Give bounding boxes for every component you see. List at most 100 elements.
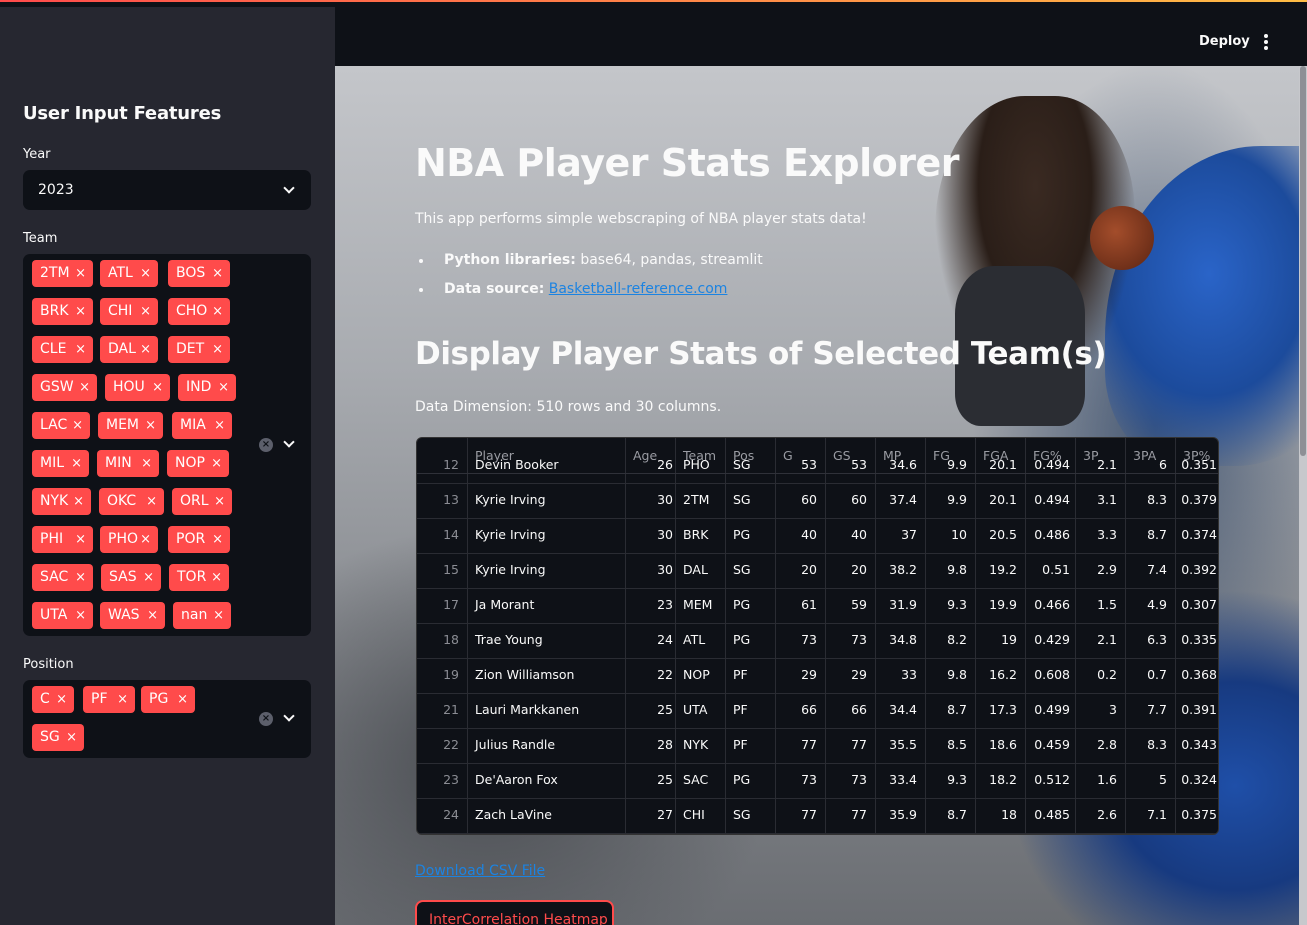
stats-table[interactable]: Player Age Team Pos G GS MP FG FGA FG% 3P 3PA 3P% 12…	[416, 437, 1219, 835]
table-row[interactable]: 19 Zion Williamson 22 NOP PF 29 29 33 9.8 16.2 0.6…	[417, 659, 1218, 694]
tag-pho[interactable]: PHO ×	[100, 526, 158, 553]
page-scrollbar[interactable]	[1299, 66, 1307, 925]
remove-tag-icon[interactable]: ×	[71, 450, 82, 477]
position-multiselect[interactable]: C × PF × PG × SG × ×	[23, 680, 311, 758]
remove-tag-icon[interactable]: ×	[146, 488, 157, 515]
table-row[interactable]: 22 Julius Randle 28 NYK PF 77 77 35.5 8.5 18.6 0.4…	[417, 729, 1218, 764]
tag-phi[interactable]: PHI ×	[32, 526, 93, 553]
tag-brk[interactable]: BRK ×	[32, 298, 93, 325]
tag-por[interactable]: POR ×	[168, 526, 230, 553]
table-cell: 8.3	[1147, 492, 1167, 507]
remove-tag-icon[interactable]: ×	[212, 298, 223, 325]
year-select[interactable]: 2023	[23, 170, 311, 210]
heatmap-button[interactable]: InterCorrelation Heatmap	[415, 900, 614, 925]
tag-min[interactable]: MIN ×	[97, 450, 159, 477]
remove-tag-icon[interactable]: ×	[75, 260, 86, 287]
remove-tag-icon[interactable]: ×	[56, 686, 67, 713]
remove-tag-icon[interactable]: ×	[73, 488, 84, 515]
remove-tag-icon[interactable]: ×	[72, 412, 83, 439]
tag-atl[interactable]: ATL ×	[100, 260, 158, 287]
remove-tag-icon[interactable]: ×	[75, 564, 86, 591]
tag-det[interactable]: DET ×	[168, 336, 230, 363]
remove-tag-icon[interactable]: ×	[140, 260, 151, 287]
tag-nyk[interactable]: NYK ×	[32, 488, 91, 515]
tag-gsw[interactable]: GSW ×	[32, 374, 97, 401]
tag-pg[interactable]: PG ×	[141, 686, 195, 713]
deploy-button[interactable]: Deploy	[1199, 34, 1250, 49]
tag-cle[interactable]: CLE ×	[32, 336, 93, 363]
tag-okc[interactable]: OKC ×	[99, 488, 164, 515]
download-csv-link[interactable]: Download CSV File	[415, 863, 545, 879]
remove-tag-icon[interactable]: ×	[218, 374, 229, 401]
tag-mia[interactable]: MIA ×	[172, 412, 232, 439]
tag-lac[interactable]: LAC ×	[32, 412, 90, 439]
remove-tag-icon[interactable]: ×	[211, 450, 222, 477]
remove-tag-icon[interactable]: ×	[141, 450, 152, 477]
remove-tag-icon[interactable]: ×	[147, 602, 158, 629]
remove-tag-icon[interactable]: ×	[145, 412, 156, 439]
tag-tor[interactable]: TOR ×	[169, 564, 229, 591]
remove-tag-icon[interactable]: ×	[143, 564, 154, 591]
chevron-down-icon[interactable]	[283, 436, 295, 448]
clear-icon[interactable]: ×	[259, 712, 273, 726]
tag-sas[interactable]: SAS ×	[101, 564, 161, 591]
tag-chi[interactable]: CHI ×	[100, 298, 158, 325]
table-cell: 0.351	[1181, 457, 1217, 472]
tag-2tm[interactable]: 2TM ×	[32, 260, 93, 287]
table-cell: 30	[657, 562, 673, 577]
remove-tag-icon[interactable]: ×	[79, 374, 90, 401]
clear-icon[interactable]: ×	[259, 438, 273, 452]
table-row[interactable]: 23 De'Aaron Fox 25 SAC PG 73 73 33.4 9.3 18.2 0.51…	[417, 764, 1218, 799]
remove-tag-icon[interactable]: ×	[212, 526, 223, 553]
remove-tag-icon[interactable]: ×	[177, 686, 188, 713]
remove-tag-icon[interactable]: ×	[75, 298, 86, 325]
remove-tag-icon[interactable]: ×	[212, 336, 223, 363]
table-row[interactable]: 14 Kyrie Irving 30 BRK PG 40 40 37 10 20.5 0.486 3.…	[417, 519, 1218, 554]
remove-tag-icon[interactable]: ×	[213, 602, 224, 629]
table-row[interactable]: 15 Kyrie Irving 30 DAL SG 20 20 38.2 9.8 19.2 0.51…	[417, 554, 1218, 589]
remove-tag-icon[interactable]: ×	[75, 336, 86, 363]
tag-mil[interactable]: MIL ×	[32, 450, 89, 477]
tag-uta[interactable]: UTA ×	[32, 602, 93, 629]
tag-sg[interactable]: SG ×	[32, 724, 84, 751]
remove-tag-icon[interactable]: ×	[140, 526, 151, 553]
remove-tag-icon[interactable]: ×	[214, 412, 225, 439]
tag-sac[interactable]: SAC ×	[32, 564, 93, 591]
scrollbar-thumb[interactable]	[1300, 66, 1306, 456]
table-row[interactable]: 24 Zach LaVine 27 CHI SG 77 77 35.9 8.7 18 0.485 2.…	[417, 799, 1218, 834]
more-menu-icon[interactable]	[1263, 34, 1269, 50]
table-row[interactable]: 18 Trae Young 24 ATL PG 73 73 34.8 8.2 19 0.429 2.1…	[417, 624, 1218, 659]
tag-orl[interactable]: ORL ×	[172, 488, 232, 515]
tag-dal[interactable]: DAL ×	[100, 336, 158, 363]
remove-tag-icon[interactable]: ×	[117, 686, 128, 713]
tag-pf[interactable]: PF ×	[83, 686, 135, 713]
table-cell: 30	[657, 492, 673, 507]
team-multiselect[interactable]: 2TM × ATL × BOS × BRK × CHI × CHO × CLE × DAL × DET × GSW ×…	[23, 254, 311, 636]
table-row[interactable]: 17 Ja Morant 23 MEM PG 61 59 31.9 9.3 19.9 0.466 1.…	[417, 589, 1218, 624]
remove-tag-icon[interactable]: ×	[66, 724, 77, 751]
remove-tag-icon[interactable]: ×	[75, 602, 86, 629]
table-cell: 66	[851, 702, 867, 717]
remove-tag-icon[interactable]: ×	[140, 298, 151, 325]
remove-tag-icon[interactable]: ×	[140, 336, 151, 363]
tag-hou[interactable]: HOU ×	[105, 374, 170, 401]
table-row[interactable]: 12 Devin Booker 26 PHO SG 53 53 34.6 9.9 20.1 0.49…	[417, 449, 1218, 484]
chevron-down-icon[interactable]	[283, 710, 295, 722]
tag-bos[interactable]: BOS ×	[168, 260, 230, 287]
tag-mem[interactable]: MEM ×	[98, 412, 163, 439]
remove-tag-icon[interactable]: ×	[212, 260, 223, 287]
chevron-down-icon[interactable]	[283, 182, 295, 194]
table-row[interactable]: 21 Lauri Markkanen 25 UTA PF 66 66 34.4 8.7 17.3 0…	[417, 694, 1218, 729]
tag-ind[interactable]: IND ×	[178, 374, 236, 401]
tag-c[interactable]: C ×	[32, 686, 74, 713]
source-link[interactable]: Basketball-reference.com	[549, 281, 728, 297]
tag-was[interactable]: WAS ×	[100, 602, 165, 629]
tag-nop[interactable]: NOP ×	[167, 450, 229, 477]
remove-tag-icon[interactable]: ×	[152, 374, 163, 401]
table-row[interactable]: 13 Kyrie Irving 30 2TM SG 60 60 37.4 9.9 20.1 0.49…	[417, 484, 1218, 519]
remove-tag-icon[interactable]: ×	[214, 488, 225, 515]
remove-tag-icon[interactable]: ×	[211, 564, 222, 591]
remove-tag-icon[interactable]: ×	[75, 526, 86, 553]
tag-cho[interactable]: CHO ×	[168, 298, 230, 325]
tag-nan[interactable]: nan ×	[173, 602, 231, 629]
